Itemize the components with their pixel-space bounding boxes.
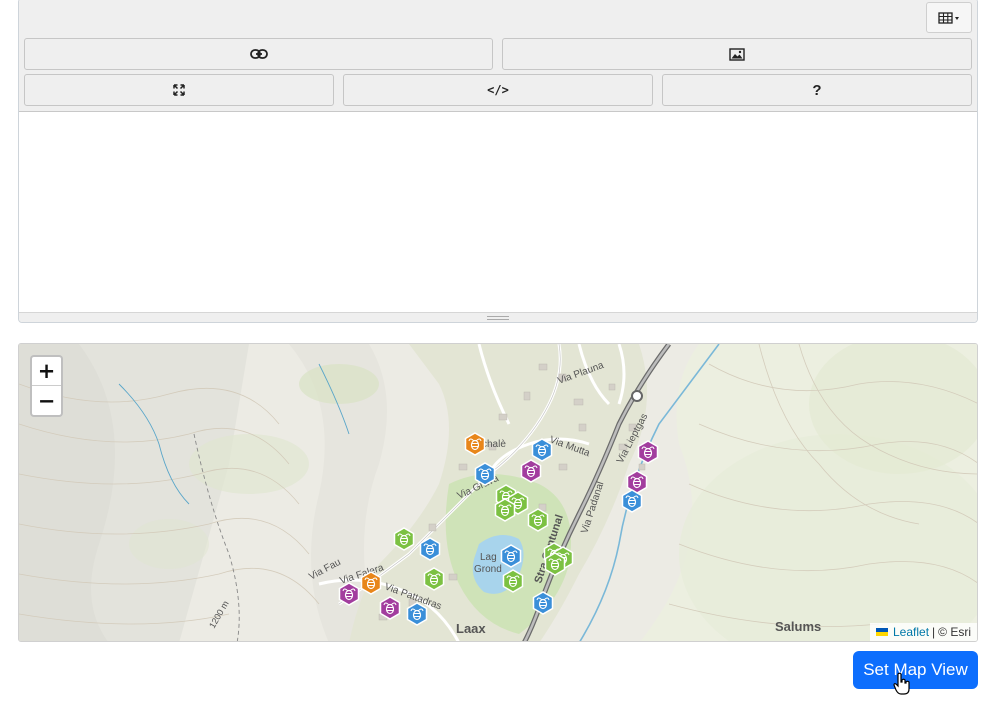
fullscreen-button[interactable] — [24, 74, 334, 106]
ukraine-flag-icon — [876, 628, 888, 636]
zoom-out-button[interactable]: − — [32, 386, 61, 415]
marker-layer — [338, 432, 659, 626]
beehive-marker-blue[interactable] — [419, 537, 441, 561]
hand-cursor-icon — [893, 672, 910, 695]
editor-toolbar: </> ? — [19, 0, 977, 112]
insert-table-button[interactable] — [926, 2, 972, 33]
help-icon: ? — [812, 81, 822, 99]
beehive-marker-orange[interactable] — [360, 571, 382, 595]
map-attribution: Leaflet | © Esri — [870, 623, 977, 641]
zoom-in-button[interactable]: + — [32, 357, 61, 386]
insert-image-button[interactable] — [502, 38, 972, 70]
set-map-view-button[interactable]: Set Map View — [853, 651, 978, 689]
beehive-marker-blue[interactable] — [531, 438, 553, 462]
fullscreen-icon — [173, 84, 185, 96]
beehive-marker-green[interactable] — [423, 567, 445, 591]
editor-resize-handle[interactable] — [19, 312, 977, 322]
source-code-button[interactable]: </> — [343, 74, 653, 106]
beehive-marker-purple[interactable] — [379, 596, 401, 620]
beehive-marker-orange[interactable] — [464, 432, 486, 456]
table-icon — [938, 11, 959, 24]
beehive-marker-purple[interactable] — [338, 582, 360, 606]
help-button[interactable]: ? — [662, 74, 972, 106]
map-view[interactable]: Laax Salums Lag Grond Via Plauna Via Mut… — [18, 343, 978, 642]
zoom-control: + − — [30, 355, 63, 417]
leaflet-link[interactable]: Leaflet — [893, 625, 929, 639]
beehive-marker-purple[interactable] — [637, 440, 659, 464]
link-icon — [249, 49, 268, 59]
beehive-marker-blue[interactable] — [500, 544, 522, 568]
editor-content-area[interactable] — [19, 112, 977, 312]
attribution-separator: | — [932, 625, 936, 639]
beehive-marker-purple[interactable] — [520, 459, 542, 483]
image-icon — [729, 47, 745, 61]
beehive-marker-green[interactable] — [544, 552, 566, 576]
beehive-marker-green[interactable] — [502, 569, 524, 593]
beehive-marker-blue[interactable] — [474, 462, 496, 486]
beehive-marker-blue[interactable] — [532, 591, 554, 615]
beehive-marker-blue[interactable] — [406, 602, 428, 626]
code-icon: </> — [487, 83, 509, 97]
beehive-marker-green[interactable] — [494, 498, 516, 522]
rich-text-editor: </> ? — [18, 0, 978, 323]
beehive-marker-blue[interactable] — [621, 489, 643, 513]
esri-credit: © Esri — [938, 625, 971, 639]
resize-grip-icon — [487, 315, 509, 320]
beehive-marker-purple[interactable] — [626, 470, 648, 494]
beehive-marker-green[interactable] — [527, 508, 549, 532]
beehive-marker-green[interactable] — [393, 527, 415, 551]
insert-link-button[interactable] — [24, 38, 493, 70]
